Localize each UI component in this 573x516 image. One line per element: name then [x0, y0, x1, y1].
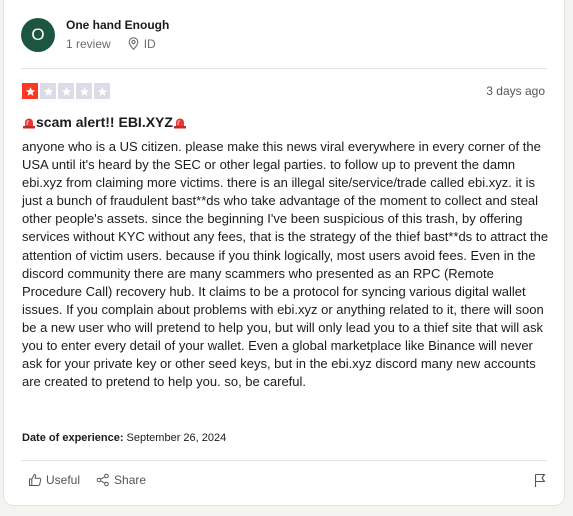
review-title[interactable]: scam alert!! EBI.XYZ — [22, 113, 187, 131]
review-card: O One hand Enough 1 review ID 3 days ago… — [3, 0, 565, 506]
avatar[interactable]: O — [21, 18, 55, 52]
useful-label: Useful — [46, 473, 81, 487]
share-button[interactable]: Share — [96, 473, 146, 487]
star-empty-icon — [40, 83, 56, 99]
location-pin-icon — [128, 37, 139, 50]
reviewer-header: O One hand Enough 1 review ID — [21, 18, 169, 52]
share-label: Share — [114, 473, 147, 487]
share-icon — [96, 473, 109, 487]
date-of-experience: Date of experience: September 26, 2024 — [22, 430, 226, 446]
experience-label: Date of experience: — [22, 432, 124, 444]
reviewer-meta: 1 review ID — [66, 36, 169, 52]
star-empty-icon — [58, 83, 74, 99]
reviewer-name[interactable]: One hand Enough — [66, 17, 169, 33]
review-count: 1 review — [66, 36, 111, 51]
divider — [21, 68, 547, 69]
useful-button[interactable]: Useful — [28, 473, 80, 487]
reviewer-info: One hand Enough 1 review ID — [66, 17, 169, 52]
review-body: anyone who is a US citizen. please make … — [22, 139, 549, 390]
star-rating — [22, 83, 112, 99]
review-actions: Useful Share — [28, 473, 162, 487]
thumbs-up-icon — [29, 473, 42, 486]
police-siren-icon — [23, 118, 35, 128]
star-filled-icon — [22, 83, 38, 99]
review-date: 3 days ago — [486, 84, 545, 98]
flag-icon — [534, 473, 546, 487]
reviewer-location: ID — [143, 36, 156, 51]
divider — [21, 460, 547, 461]
star-empty-icon — [76, 83, 92, 99]
report-button[interactable] — [533, 473, 547, 493]
review-title-text: scam alert!! EBI.XYZ — [36, 114, 173, 130]
experience-date: September 26, 2024 — [126, 432, 227, 444]
star-empty-icon — [94, 83, 110, 99]
police-siren-icon — [173, 118, 186, 128]
